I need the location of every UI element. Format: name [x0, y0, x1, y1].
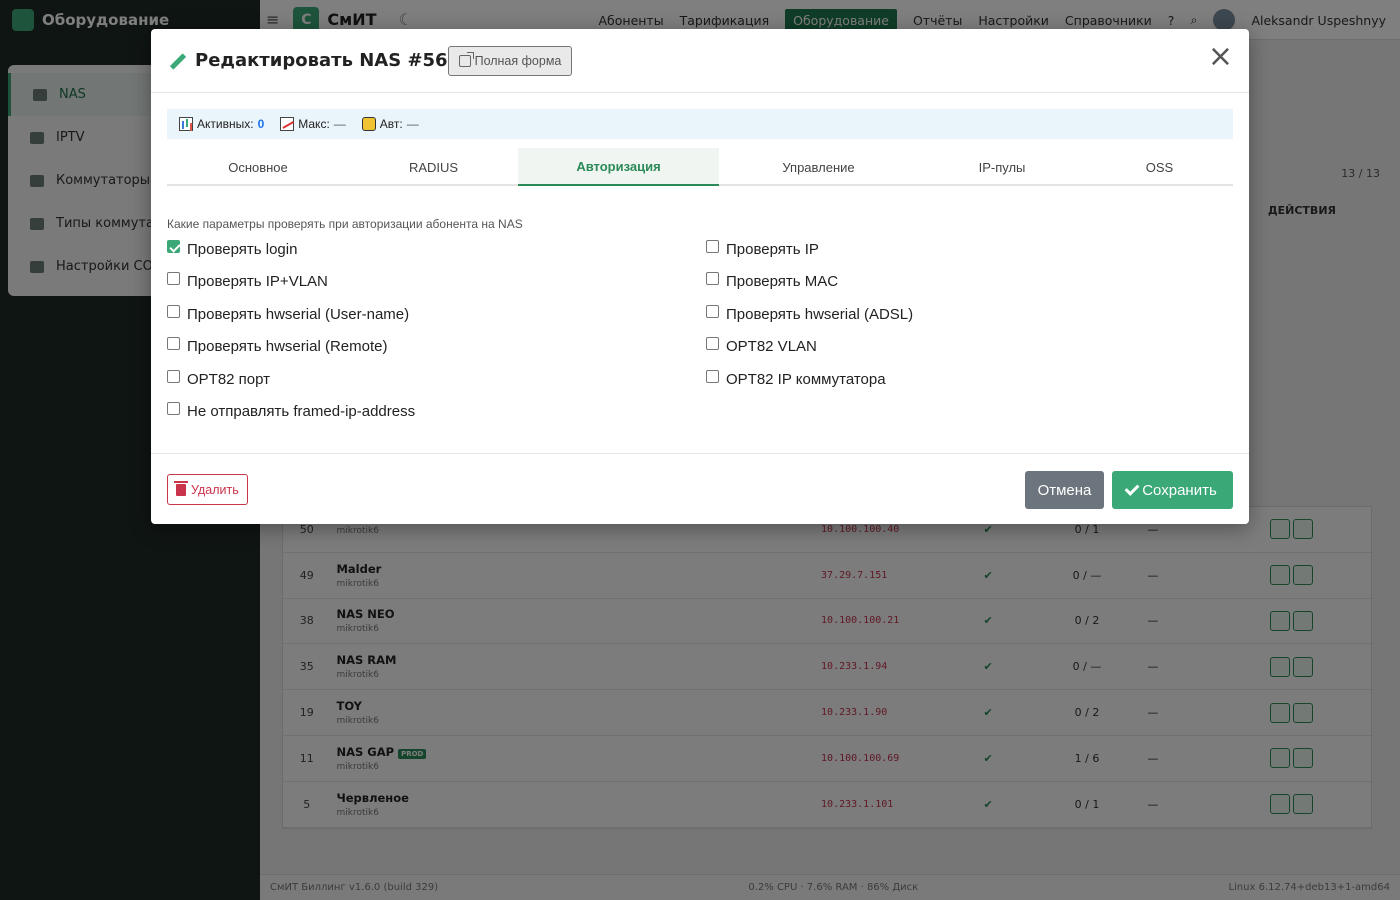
- lock-icon: [361, 117, 376, 131]
- checkbox-box[interactable]: [167, 369, 180, 383]
- checkbox-label: Проверять hwserial (User-name): [187, 305, 410, 323]
- pencil-icon: [167, 51, 187, 71]
- stat-auth-value: —: [406, 117, 419, 131]
- checkbox-box[interactable]: [167, 240, 180, 253]
- checkbox-box[interactable]: [167, 337, 180, 351]
- modal-tabs: Основное RADIUS Авторизация Управление I…: [167, 148, 1233, 186]
- auth-checkbox[interactable]: Проверять login: [167, 240, 298, 258]
- checkbox-label: Проверять login: [187, 241, 298, 258]
- full-form-button[interactable]: Полная форма: [447, 45, 573, 76]
- delete-label: Удалить: [191, 482, 239, 497]
- tab-basic[interactable]: Основное: [167, 148, 349, 186]
- cancel-button[interactable]: Отмена: [1025, 471, 1104, 509]
- tab-radius[interactable]: RADIUS: [349, 148, 518, 186]
- checkbox-label: Проверять hwserial (Remote): [187, 338, 388, 356]
- checkbox-label: Не отправлять framed-ip-address: [187, 403, 416, 420]
- stats-bar: Активных: 0 Макс: — Авт: —: [167, 109, 1233, 139]
- modal-footer: Удалить Отмена Сохранить: [151, 453, 1249, 524]
- stat-active-label: Активных:: [197, 117, 254, 131]
- stat-active-value: 0: [257, 117, 265, 131]
- auth-checkbox[interactable]: Проверять IP+VLAN: [167, 272, 328, 291]
- checkbox-box[interactable]: [706, 240, 719, 253]
- checkbox-box[interactable]: [167, 272, 180, 286]
- checkbox-box[interactable]: [706, 369, 719, 383]
- external-link-icon: [458, 51, 474, 67]
- checkbox-label: Проверять MAC: [726, 273, 839, 291]
- auth-checkbox[interactable]: OPT82 VLAN: [706, 337, 817, 356]
- full-form-label: Полная форма: [474, 53, 562, 68]
- checkbox-box[interactable]: [167, 402, 180, 415]
- checkbox-box[interactable]: [167, 304, 180, 318]
- checkbox-label: OPT82 VLAN: [726, 338, 817, 356]
- tab-management[interactable]: Управление: [719, 148, 918, 186]
- auth-checkbox[interactable]: Проверять hwserial (Remote): [167, 337, 388, 356]
- stat-max-label: Макс:: [298, 117, 330, 131]
- check-icon: [1124, 480, 1140, 496]
- modal-title: Редактировать NAS #56: [195, 50, 448, 71]
- auth-checkbox[interactable]: Проверять MAC: [706, 272, 839, 291]
- checkbox-label: Проверять IP: [726, 241, 819, 258]
- close-icon[interactable]: ×: [1208, 42, 1233, 72]
- tab-ip-pools[interactable]: IP-пулы: [918, 148, 1086, 186]
- delete-button[interactable]: Удалить: [167, 474, 248, 505]
- save-button[interactable]: Сохранить: [1112, 471, 1233, 509]
- tab-authorization[interactable]: Авторизация: [518, 148, 719, 186]
- trash-icon: [174, 480, 188, 496]
- checkbox-box[interactable]: [706, 337, 719, 351]
- stat-max-value: —: [333, 117, 346, 131]
- modal-header: Редактировать NAS #56 Полная форма ×: [151, 29, 1249, 93]
- auth-checkbox[interactable]: Проверять IP: [706, 240, 819, 258]
- checkbox-label: OPT82 порт: [187, 370, 271, 388]
- stat-active: Активных: 0: [179, 117, 264, 131]
- auth-hint: Какие параметры проверять при авторизаци…: [167, 217, 523, 231]
- stat-auth: Авт: —: [361, 117, 419, 131]
- checkbox-label: Проверять IP+VLAN: [187, 273, 328, 291]
- checkbox-box[interactable]: [706, 304, 719, 318]
- auth-checkbox[interactable]: Не отправлять framed-ip-address: [167, 402, 416, 420]
- auth-checkbox[interactable]: OPT82 порт: [167, 369, 271, 388]
- tab-oss[interactable]: OSS: [1086, 148, 1233, 186]
- save-label: Сохранить: [1142, 481, 1217, 499]
- auth-checkbox[interactable]: OPT82 IP коммутатора: [706, 369, 886, 388]
- checkbox-box[interactable]: [706, 272, 719, 286]
- stat-auth-label: Авт:: [379, 117, 403, 131]
- edit-nas-modal: Редактировать NAS #56 Полная форма × Акт…: [151, 29, 1249, 524]
- line-chart-icon: [280, 117, 295, 131]
- checkbox-label: OPT82 IP коммутатора: [726, 370, 886, 388]
- stat-max: Макс: —: [280, 117, 346, 131]
- auth-checkbox[interactable]: Проверять hwserial (ADSL): [706, 304, 914, 323]
- bar-chart-icon: [179, 117, 193, 131]
- auth-checkbox[interactable]: Проверять hwserial (User-name): [167, 304, 410, 323]
- checkbox-label: Проверять hwserial (ADSL): [726, 305, 914, 323]
